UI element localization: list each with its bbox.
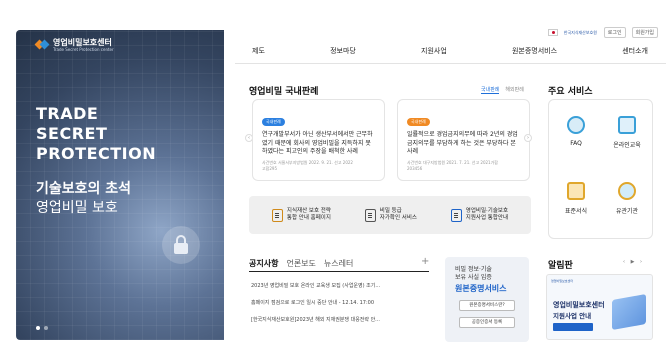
case-badge: 국내판례 <box>407 118 430 126</box>
alarm-banner[interactable]: 영업비밀보호센터 영업비밀보호센터 지원사업 안내 <box>546 274 653 340</box>
alarm-controls[interactable]: ‹ ▶ › <box>623 259 644 265</box>
services-panel: FAQ 온라인교육 표준서식 유관기관 <box>548 99 653 239</box>
slide-dot[interactable] <box>36 326 40 330</box>
link-support-guide[interactable]: 영업비밀·기술보호 지원사업 통합안내 <box>450 208 508 222</box>
notice-tabs: 공지사항 언론보도 뉴스레터 <box>249 258 353 269</box>
logo-subtitle: Trade Secret Protection center <box>53 47 114 52</box>
nav-item-original-cert[interactable]: 원본증명서비스 <box>512 46 557 56</box>
hero-title-line: PROTECTION <box>36 144 157 163</box>
tab-press[interactable]: 언론보도 <box>286 258 315 269</box>
service-forms[interactable]: 표준서식 <box>556 182 596 215</box>
site-logo[interactable]: 영업비밀보호센터 Trade Secret Protection center <box>36 38 114 52</box>
hero-title-line: SECRET <box>36 124 108 143</box>
tab-overseas[interactable]: 해외판례 <box>505 86 523 94</box>
hero-title: TRADE SECRET PROTECTION <box>36 104 156 164</box>
page: 영업비밀보호센터 Trade Secret Protection center … <box>0 0 666 357</box>
notice-divider <box>249 271 429 272</box>
lightbulb-icon <box>567 116 585 134</box>
logo-title: 영업비밀보호센터 <box>53 38 112 47</box>
org-logo[interactable]: 한국지식재산보호원 <box>564 30 598 35</box>
banner-bar <box>553 323 593 331</box>
handshake-icon <box>618 182 636 200</box>
link-ip-strategy[interactable]: 지식재산 보호 전략 통합 안내 홈페이지 <box>271 208 331 222</box>
what-is-cert-button[interactable]: 원본증명서비스란? <box>459 300 515 311</box>
banner-logo: 영업비밀보호센터 <box>551 279 574 283</box>
quick-links: 지식재산 보호 전략 통합 안내 홈페이지 비밀 등급 자가확인 서비스 영업비밀·… <box>249 196 531 234</box>
nav-divider <box>235 63 666 64</box>
logo-icon <box>36 39 48 51</box>
orig-text: 비밀 정보·기술 <box>455 266 492 273</box>
nav-item-support[interactable]: 지원사업 <box>421 46 447 56</box>
nav-item-system[interactable]: 제도 <box>252 46 265 56</box>
original-cert-box: 비밀 정보·기술 보유 사실 입증 원본증명서비스 원본증명서비스란? 공증인증… <box>445 257 529 342</box>
hero-subtitle-2: 영업비밀 보호 <box>36 200 118 216</box>
checklist-icon <box>364 208 376 222</box>
nav-item-about[interactable]: 센터소개 <box>622 46 648 56</box>
notice-item[interactable]: 2023년 영업비밀 보호 온라인 교육생 모집 (사업운영) 조기... <box>251 282 431 299</box>
calculator-icon <box>567 182 585 200</box>
utility-bar: 한국지식재산보호원 로그인 회원가입 <box>547 27 658 38</box>
case-badge: 국내판례 <box>262 118 285 126</box>
cases-title: 영업비밀 국내판례 <box>249 87 319 97</box>
slide-dot[interactable] <box>44 326 48 330</box>
case-card[interactable]: 국내판례 연구개발부서가 아닌 생산부서에서만 근무하였기 때문에 회사의 영업… <box>252 99 385 181</box>
link-secret-grade[interactable]: 비밀 등급 자가확인 서비스 <box>364 208 417 222</box>
hero-subtitle: 기술보호의 초석 <box>36 181 132 197</box>
guide-icon <box>450 208 462 222</box>
banner-subtitle: 지원사업 안내 <box>553 312 592 320</box>
orig-title: 원본증명서비스 <box>455 284 507 293</box>
tab-notice[interactable]: 공지사항 <box>249 258 278 269</box>
case-card[interactable]: 국내판례 일률적으로 경업금지의무에 따라 2년의 경업금지의무를 부담하게 하… <box>397 99 530 181</box>
monitor-icon <box>618 116 636 134</box>
notice-item[interactable]: [한국지식재산보호원]2023년 해외 지재권분쟁 대응전략 안... <box>251 316 431 333</box>
nav-item-info[interactable]: 정보마당 <box>330 46 356 56</box>
korea-flag-icon <box>547 29 558 36</box>
service-online-edu[interactable]: 온라인교육 <box>607 116 647 149</box>
banner-title: 영업비밀보호센터 <box>553 301 605 309</box>
next-arrow-icon[interactable]: › <box>524 134 532 142</box>
orig-text-2: 보유 사실 입증 <box>455 274 492 281</box>
hero-banner[interactable]: 영업비밀보호센터 Trade Secret Protection center … <box>16 30 224 340</box>
main-nav: 제도 정보마당 지원사업 원본증명서비스 센터소개 <box>252 44 648 58</box>
tab-newsletter[interactable]: 뉴스레터 <box>324 258 353 269</box>
signup-button[interactable]: 회원가입 <box>631 27 658 38</box>
service-faq[interactable]: FAQ <box>556 116 596 147</box>
building-illustration <box>612 294 646 330</box>
document-icon <box>271 208 283 222</box>
slide-indicator <box>36 326 48 330</box>
case-text: 연구개발부서가 아닌 생산부서에서만 근무하였기 때문에 회사의 영업비밀을 지… <box>262 131 373 155</box>
tab-domestic[interactable]: 국내판례 <box>481 86 500 94</box>
case-meta: 사건번호 서울서부지방법원 2022. 9. 21. 선고 2022 고합295 <box>262 159 353 171</box>
cases-tabs: 국내판례 해외판례 <box>481 86 524 94</box>
service-related-org[interactable]: 유관기관 <box>607 182 647 215</box>
alarm-title: 알림판 <box>548 261 573 271</box>
hero-title-line: TRADE <box>36 104 99 123</box>
register-cert-button[interactable]: 공증인증서 등록 <box>459 317 515 328</box>
login-button[interactable]: 로그인 <box>603 27 626 38</box>
lock-icon <box>162 226 200 264</box>
services-title: 주요 서비스 <box>548 87 593 97</box>
more-button[interactable]: + <box>421 256 429 267</box>
notice-list: 2023년 영업비밀 보호 온라인 교육생 모집 (사업운영) 조기... 홈페… <box>251 282 431 333</box>
case-meta: 사건번호 대구지방법원 2021. 7. 21. 선고 2021가합 203456 <box>407 159 498 171</box>
notice-item[interactable]: 홈페이지 점검으로 로그인 일시 중단 안내 - 12.14. 17:00 <box>251 299 431 316</box>
case-text: 일률적으로 경업금지의무에 따라 2년의 경업금지의무를 부담하게 하는 것은 … <box>407 131 518 155</box>
